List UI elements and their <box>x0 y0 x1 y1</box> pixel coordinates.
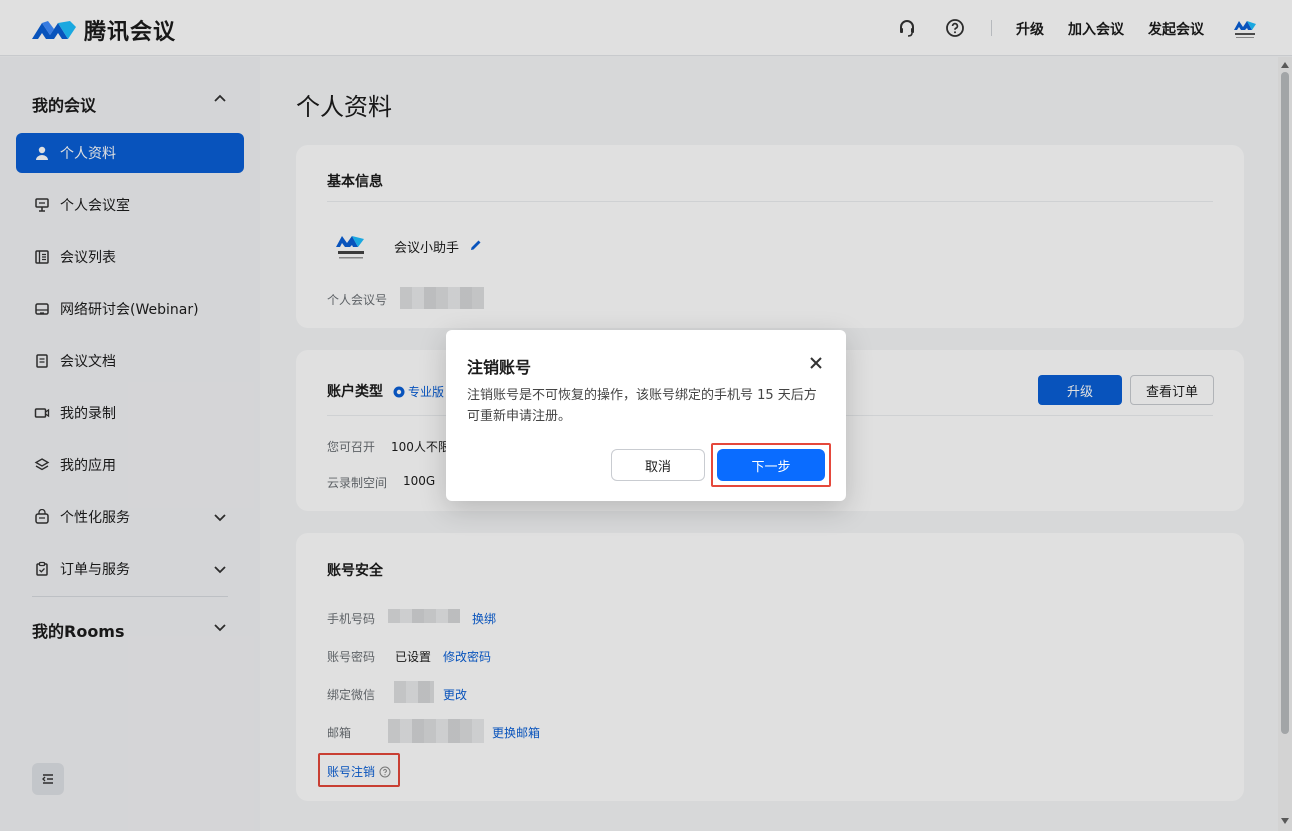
next-step-highlight-box <box>711 443 831 487</box>
close-icon[interactable] <box>808 355 824 371</box>
cancel-button[interactable]: 取消 <box>611 449 705 481</box>
dialog-message: 注销账号是不可恢复的操作，该账号绑定的手机号 15 天后方可重新申请注册。 <box>467 388 817 424</box>
dialog-title: 注销账号 <box>467 358 532 377</box>
